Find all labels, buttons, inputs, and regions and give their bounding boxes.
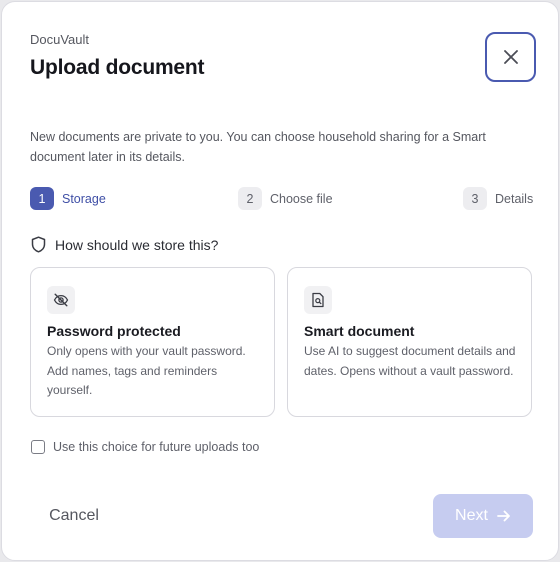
close-button[interactable]	[485, 32, 536, 82]
cancel-button[interactable]: Cancel	[32, 494, 116, 537]
option-description: Only opens with your vault password. Add…	[47, 344, 246, 397]
remember-checkbox[interactable]	[31, 440, 45, 454]
step-choose-file: 2 Choose file	[238, 187, 333, 210]
step-label: Storage	[62, 191, 106, 206]
next-button-label: Next	[455, 507, 488, 524]
document-search-icon	[312, 292, 324, 308]
storage-section-header: How should we store this?	[31, 236, 218, 253]
step-label: Choose file	[270, 191, 333, 206]
eye-off-icon	[53, 293, 69, 307]
section-title: How should we store this?	[55, 236, 219, 253]
option-description: Use AI to suggest document details and d…	[304, 344, 516, 378]
step-number: 2	[238, 187, 262, 210]
step-label: Details	[495, 191, 534, 206]
next-button[interactable]: Next	[433, 494, 533, 538]
step-number: 1	[30, 187, 54, 210]
option-title: Smart document	[304, 323, 415, 339]
close-icon	[503, 50, 518, 64]
shield-icon	[31, 236, 46, 253]
icon-container	[47, 286, 75, 314]
step-storage: 1 Storage	[30, 187, 106, 210]
option-smart-document[interactable]: Smart document Use AI to suggest documen…	[287, 267, 532, 417]
remember-label: Use this choice for future uploads too	[53, 440, 260, 454]
remember-choice-row[interactable]: Use this choice for future uploads too	[31, 440, 259, 454]
dialog-description: New documents are private to you. You ca…	[30, 130, 486, 164]
option-password-protected[interactable]: Password protected Only opens with your …	[30, 267, 275, 417]
step-details: 3 Details	[463, 187, 533, 210]
icon-container	[304, 286, 332, 314]
app-name: DocuVault	[30, 32, 90, 47]
step-number: 3	[463, 187, 487, 210]
upload-dialog: DocuVault Upload document New documents …	[1, 1, 559, 561]
option-title: Password protected	[47, 323, 181, 339]
arrow-right-icon	[497, 510, 510, 522]
dialog-title: Upload document	[30, 56, 205, 79]
